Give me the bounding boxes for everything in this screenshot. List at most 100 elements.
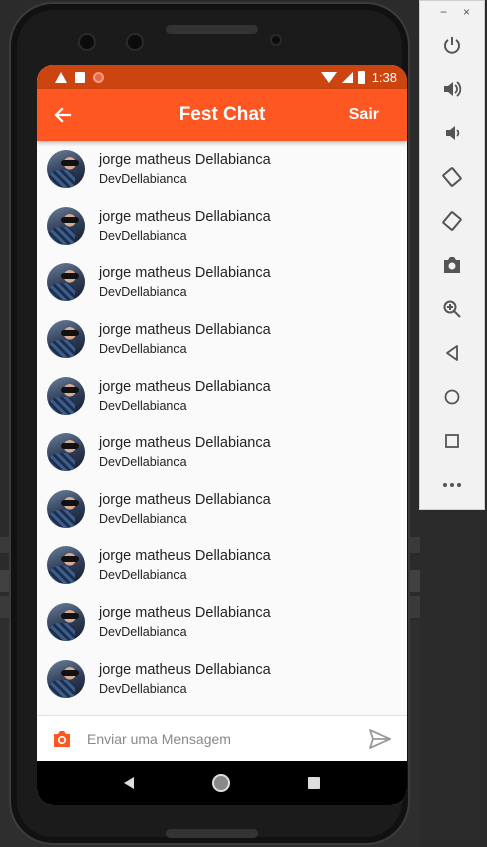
message-item[interactable]: jorge matheus Dellabianca DevDellabianca <box>37 424 407 481</box>
front-camera <box>78 33 96 51</box>
warning-icon <box>55 71 67 83</box>
camera-icon <box>54 730 70 747</box>
message-text: DevDellabianca <box>99 625 187 640</box>
rotate-left-icon <box>442 167 462 187</box>
message-text: DevDellabianca <box>99 285 187 300</box>
volume-up-icon <box>444 81 462 97</box>
app-screen: 1:38 Fest Chat Sair jorge matheus Dellab… <box>37 65 407 805</box>
avatar <box>47 489 85 528</box>
signal-icon <box>341 71 353 83</box>
phone-speaker-bottom <box>166 829 258 838</box>
send-icon <box>369 728 391 749</box>
message-text: DevDellabianca <box>99 568 187 583</box>
rotate-right-icon <box>442 211 462 231</box>
power-icon <box>444 37 460 54</box>
notification-dot-icon <box>93 71 104 83</box>
camera-button[interactable] <box>37 730 87 748</box>
message-item[interactable]: jorge matheus Dellabianca DevDellabianca <box>37 141 407 198</box>
nav-recents-icon[interactable] <box>308 777 320 789</box>
message-input[interactable] <box>87 730 353 747</box>
avatar <box>47 320 85 359</box>
message-content: jorge matheus Dellabianca DevDellabianca <box>99 152 271 186</box>
battery-icon <box>357 70 365 84</box>
message-text: DevDellabianca <box>99 342 187 357</box>
sender-name: jorge matheus Dellabianca <box>99 152 271 169</box>
message-content: jorge matheus Dellabianca DevDellabianca <box>99 548 271 582</box>
message-list[interactable]: jorge matheus Dellabianca DevDellabianca j… <box>37 141 407 715</box>
zoom-button[interactable] <box>420 287 484 331</box>
message-content: jorge matheus Dellabianca DevDellabianca <box>99 435 271 469</box>
rotate-right-button[interactable] <box>420 199 484 243</box>
sender-name: jorge matheus Dellabianca <box>99 491 271 508</box>
volume-up-button[interactable] <box>420 67 484 111</box>
message-item[interactable]: jorge matheus Dellabianca DevDellabianca <box>37 594 407 651</box>
phone-speaker <box>166 25 258 34</box>
arrow-back-icon <box>54 107 72 123</box>
nav-back-icon[interactable] <box>124 777 134 789</box>
screenshot-button[interactable] <box>420 243 484 287</box>
sender-name: jorge matheus Dellabianca <box>99 378 271 395</box>
message-content: jorge matheus Dellabianca DevDellabianca <box>99 209 271 243</box>
message-content: jorge matheus Dellabianca DevDellabianca <box>99 492 271 526</box>
overview-button[interactable] <box>420 419 484 463</box>
message-text: DevDellabianca <box>99 511 187 526</box>
message-text: DevDellabianca <box>99 455 187 470</box>
camera-icon <box>444 257 460 273</box>
message-composer <box>37 715 407 761</box>
minimize-button[interactable]: − <box>440 5 447 23</box>
close-button[interactable]: × <box>463 5 470 23</box>
avatar <box>47 659 85 698</box>
sender-name: jorge matheus Dellabianca <box>99 265 271 282</box>
rotate-left-button[interactable] <box>420 155 484 199</box>
message-text: DevDellabianca <box>99 228 187 243</box>
more-icon <box>443 483 461 487</box>
sender-name: jorge matheus Dellabianca <box>99 208 271 225</box>
overview-icon <box>445 434 459 448</box>
more-button[interactable] <box>420 463 484 507</box>
message-content: jorge matheus Dellabianca DevDellabianca <box>99 379 271 413</box>
message-content: jorge matheus Dellabianca DevDellabianca <box>99 662 271 696</box>
front-sensor <box>126 33 144 51</box>
avatar <box>47 603 85 642</box>
message-content: jorge matheus Dellabianca DevDellabianca <box>99 322 271 356</box>
message-item[interactable]: jorge matheus Dellabianca DevDellabianca <box>37 254 407 311</box>
back-button[interactable] <box>420 331 484 375</box>
home-button[interactable] <box>420 375 484 419</box>
message-content: jorge matheus Dellabianca DevDellabianca <box>99 605 271 639</box>
back-button[interactable] <box>37 105 89 125</box>
status-time: 1:38 <box>371 69 397 85</box>
message-item[interactable]: jorge matheus Dellabianca DevDellabianca <box>37 537 407 594</box>
sender-name: jorge matheus Dellabianca <box>99 548 271 565</box>
avatar <box>47 263 85 302</box>
message-item[interactable]: jorge matheus Dellabianca DevDellabianca <box>37 481 407 538</box>
sender-name: jorge matheus Dellabianca <box>99 605 271 622</box>
sender-name: jorge matheus Dellabianca <box>99 661 271 678</box>
app-bar: Fest Chat Sair <box>37 89 407 141</box>
home-icon <box>444 389 460 405</box>
message-text: DevDellabianca <box>99 172 187 187</box>
message-text: DevDellabianca <box>99 398 187 413</box>
message-text: DevDellabianca <box>99 681 187 696</box>
message-item[interactable]: jorge matheus Dellabianca DevDellabianca <box>37 367 407 424</box>
zoom-in-icon <box>443 300 461 318</box>
avatar <box>47 376 85 415</box>
message-content: jorge matheus Dellabianca DevDellabianca <box>99 265 271 299</box>
send-button[interactable] <box>353 728 407 749</box>
system-nav-bar <box>37 761 407 805</box>
wifi-icon <box>320 71 337 83</box>
nav-home-icon[interactable] <box>212 774 230 792</box>
volume-down-button[interactable] <box>420 111 484 155</box>
status-bar: 1:38 <box>37 65 407 89</box>
emulator-toolbar: − × <box>419 0 485 510</box>
logout-button[interactable]: Sair <box>349 106 379 124</box>
sd-card-icon <box>75 71 85 83</box>
sender-name: jorge matheus Dellabianca <box>99 322 271 339</box>
avatar <box>47 546 85 585</box>
phone-frame: 1:38 Fest Chat Sair jorge matheus Dellab… <box>9 2 410 845</box>
message-item[interactable]: jorge matheus Dellabianca DevDellabianca <box>37 650 407 707</box>
avatar <box>47 206 85 245</box>
message-item[interactable]: jorge matheus Dellabianca DevDellabianca <box>37 198 407 255</box>
power-button[interactable] <box>420 23 484 67</box>
back-icon <box>446 345 458 361</box>
message-item[interactable]: jorge matheus Dellabianca DevDellabianca <box>37 311 407 368</box>
